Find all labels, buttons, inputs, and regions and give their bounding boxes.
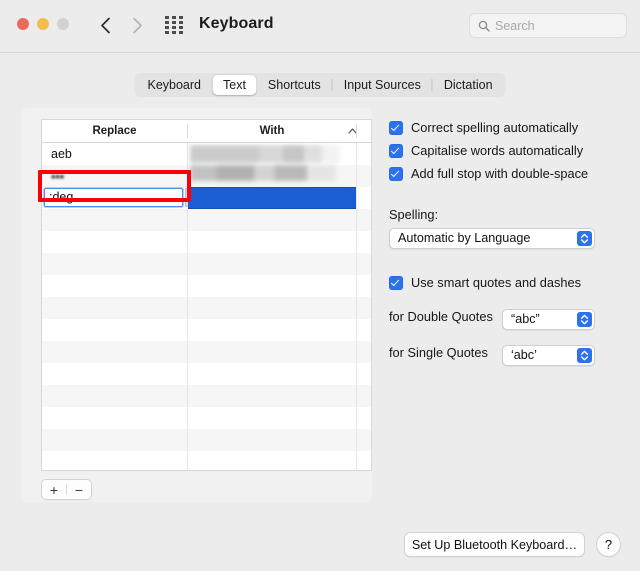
single-quotes-label: for Single Quotes — [389, 345, 502, 360]
cell-replace: ••• — [42, 165, 187, 187]
checkbox-checked-icon[interactable] — [389, 144, 403, 158]
redacted-text: ••• — [51, 166, 64, 187]
column-divider — [356, 143, 357, 165]
back-button[interactable] — [92, 12, 118, 38]
table-row-empty — [42, 275, 371, 297]
search-placeholder: Search — [495, 19, 535, 33]
column-header-replace[interactable]: Replace — [42, 120, 187, 142]
spelling-label: Spelling: — [389, 207, 629, 222]
spelling-popup-button[interactable]: Automatic by Language — [389, 228, 595, 249]
forward-button[interactable] — [124, 12, 150, 38]
checkbox-label: Correct spelling automatically — [411, 120, 578, 135]
popup-stepper-icon — [577, 312, 592, 327]
table-row-empty — [42, 253, 371, 275]
chevron-up-down-icon — [577, 348, 592, 363]
remove-entry-button[interactable]: − — [67, 480, 91, 499]
chevron-up-down-icon — [577, 231, 592, 246]
chevron-right-icon — [132, 17, 143, 34]
checkbox-checked-icon[interactable] — [389, 167, 403, 181]
table-row-empty — [42, 451, 371, 471]
show-all-grid-icon[interactable] — [165, 16, 185, 34]
title-bar: Keyboard Search — [0, 0, 640, 53]
single-quotes-popup-button[interactable]: ‘abc’ — [502, 345, 595, 366]
table-row-empty — [42, 319, 371, 341]
keyboard-preferences-window: Keyboard Search Keyboard Text Shortcuts … — [0, 0, 640, 571]
zoom-button[interactable] — [57, 18, 69, 30]
table-row-empty — [42, 297, 371, 319]
tab-bar: Keyboard Text Shortcuts Input Sources Di… — [134, 73, 505, 97]
tab-input-sources[interactable]: Input Sources — [333, 75, 432, 95]
set-up-bluetooth-keyboard-button[interactable]: Set Up Bluetooth Keyboard… — [404, 532, 585, 557]
checkbox-capitalise-words[interactable]: Capitalise words automatically — [389, 139, 629, 162]
minimise-button[interactable] — [37, 18, 49, 30]
checkbox-smart-quotes[interactable]: Use smart quotes and dashes — [389, 271, 629, 294]
single-quotes-value: ‘abc’ — [511, 346, 537, 365]
checkbox-label: Use smart quotes and dashes — [411, 275, 581, 290]
chevron-up-down-icon — [577, 312, 592, 327]
tab-dictation[interactable]: Dictation — [433, 75, 504, 95]
table-row[interactable]: aeb — [42, 143, 371, 165]
single-quotes-row: for Single Quotes ‘abc’ — [389, 339, 629, 366]
table-body: aeb ••• — [42, 143, 371, 471]
table-row-empty — [42, 341, 371, 363]
checkbox-checked-icon[interactable] — [389, 276, 403, 290]
popup-stepper-icon — [577, 348, 592, 363]
spelling-value: Automatic by Language — [398, 229, 530, 248]
add-entry-button[interactable]: + — [42, 480, 66, 499]
chevron-left-icon — [100, 17, 111, 34]
column-header-with[interactable]: With — [188, 120, 356, 142]
checkbox-correct-spelling[interactable]: Correct spelling automatically — [389, 116, 629, 139]
tab-text[interactable]: Text — [212, 75, 257, 95]
table-row[interactable]: ••• — [42, 165, 371, 187]
double-quotes-row: for Double Quotes “abc” — [389, 303, 629, 330]
search-input[interactable]: Search — [469, 13, 627, 38]
table-header: Replace With — [42, 120, 371, 143]
help-button[interactable]: ? — [596, 532, 621, 557]
popup-stepper-icon — [577, 231, 592, 246]
replace-edit-input[interactable]: :deg — [44, 188, 183, 207]
checkbox-checked-icon[interactable] — [389, 121, 403, 135]
tab-shortcuts[interactable]: Shortcuts — [257, 75, 332, 95]
table-row-editing[interactable]: :deg — [42, 187, 371, 209]
page-title: Keyboard — [199, 15, 274, 33]
redacted-content — [190, 165, 336, 181]
cell-with — [188, 143, 356, 165]
substitutions-panel: Replace With aeb — [21, 108, 372, 502]
checkbox-full-stop-double-space[interactable]: Add full stop with double-space — [389, 162, 629, 185]
cell-with-selected[interactable] — [188, 187, 356, 209]
cell-with — [188, 165, 356, 187]
text-options-column: Correct spelling automatically Capitalis… — [389, 116, 629, 366]
double-quotes-value: “abc” — [511, 310, 540, 329]
table-row-empty — [42, 429, 371, 451]
cell-replace: aeb — [42, 143, 187, 165]
checkbox-label: Add full stop with double-space — [411, 166, 588, 181]
column-divider — [356, 187, 357, 209]
tab-keyboard[interactable]: Keyboard — [136, 75, 212, 95]
table-row-empty — [42, 385, 371, 407]
close-button[interactable] — [17, 18, 29, 30]
column-divider — [356, 165, 357, 187]
checkbox-label: Capitalise words automatically — [411, 143, 583, 158]
table-row-empty — [42, 209, 371, 231]
table-row-empty — [42, 231, 371, 253]
replace-edit-value: :deg — [49, 189, 73, 205]
double-quotes-label: for Double Quotes — [389, 309, 502, 324]
table-row-empty — [42, 407, 371, 429]
redacted-content — [190, 145, 340, 163]
traffic-light-buttons — [17, 18, 69, 30]
double-quotes-popup-button[interactable]: “abc” — [502, 309, 595, 330]
add-remove-controls: + − — [41, 479, 92, 500]
text-replacement-table[interactable]: Replace With aeb — [41, 119, 372, 471]
search-icon — [478, 20, 490, 32]
table-row-empty — [42, 363, 371, 385]
header-divider — [356, 124, 357, 138]
